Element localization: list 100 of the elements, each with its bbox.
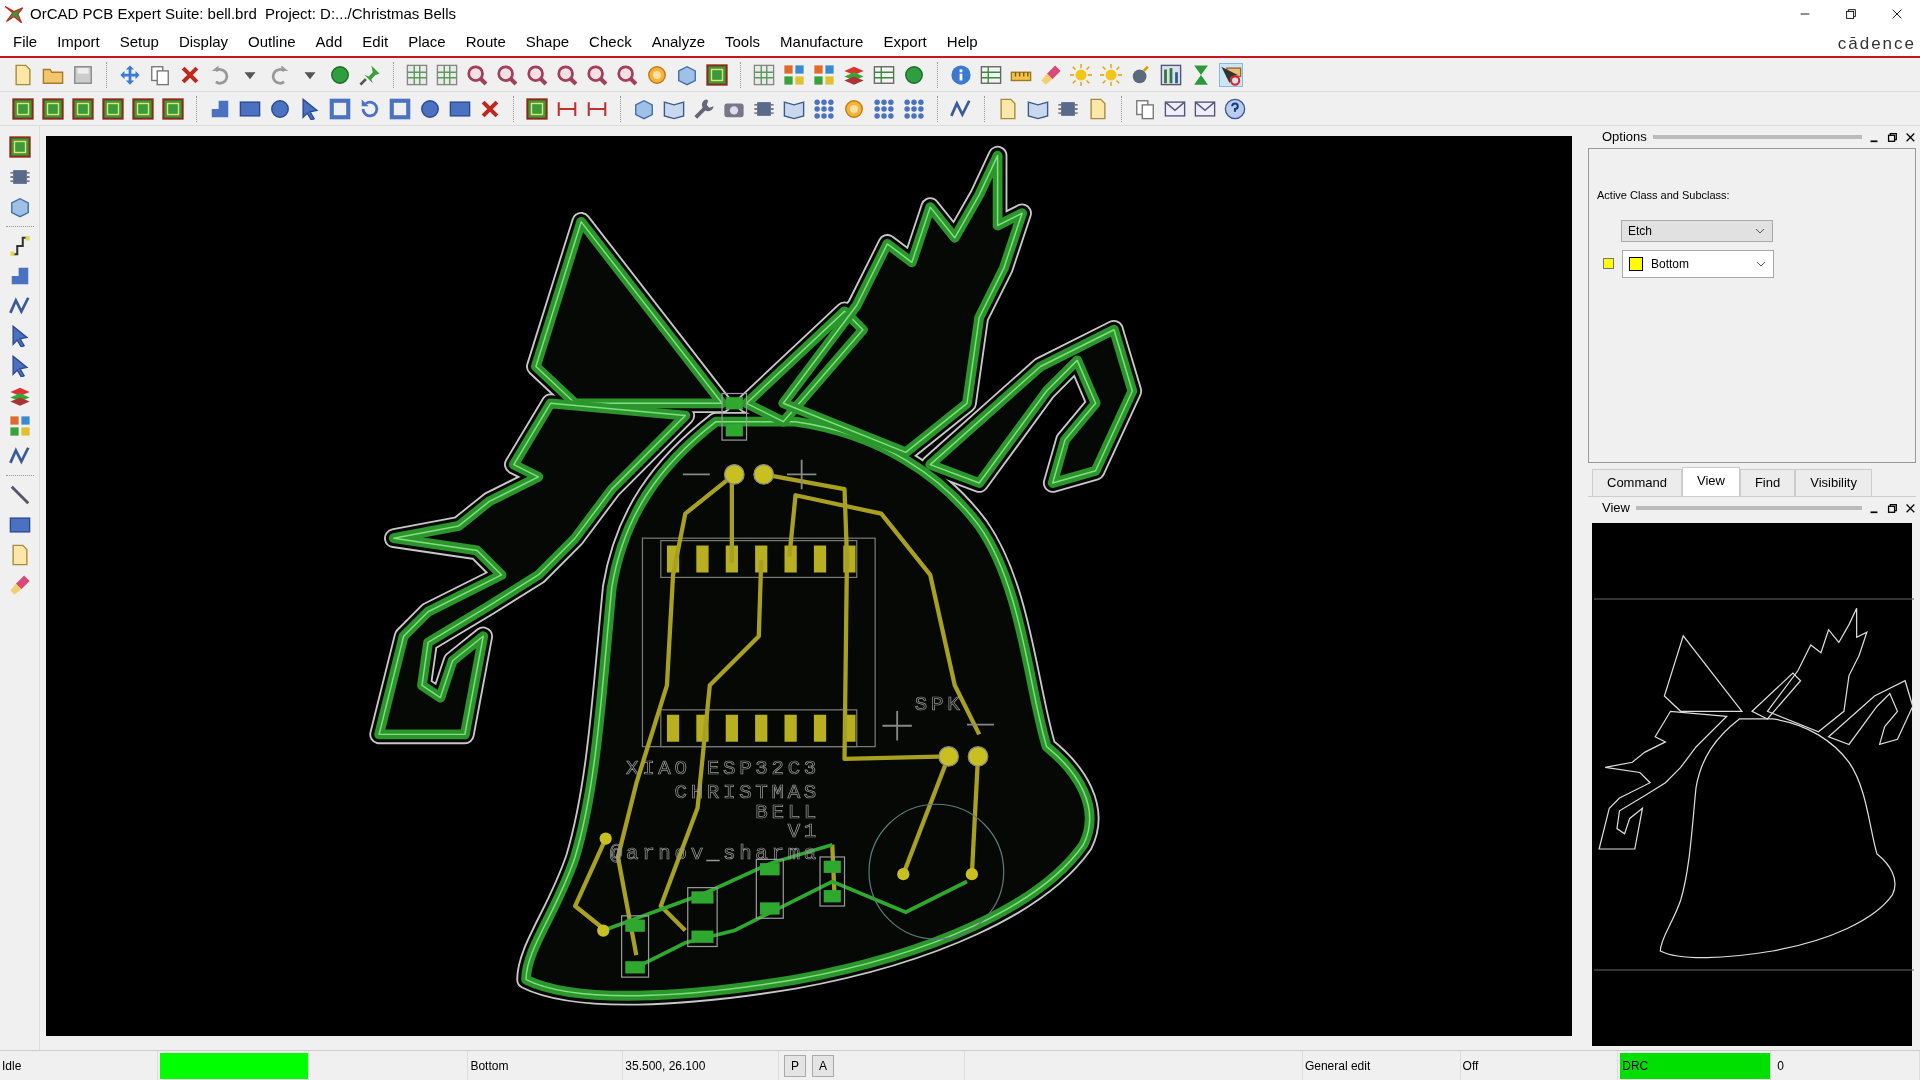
panel-tab[interactable]: Find — [1739, 469, 1796, 496]
app-logo-icon — [4, 4, 24, 24]
panel-title: View — [1602, 498, 1630, 517]
layer-text: Bottom — [470, 1057, 509, 1075]
grid-icon[interactable] — [436, 63, 458, 86]
grid-icon[interactable] — [406, 63, 428, 86]
board-icon[interactable] — [8, 136, 31, 158]
dot-grid-icon[interactable] — [903, 97, 925, 120]
menu-item[interactable]: Manufacture — [773, 30, 871, 54]
panel-tab[interactable]: Visibility — [1795, 469, 1872, 496]
board-icon[interactable] — [132, 97, 154, 120]
magnifier-icon[interactable] — [616, 63, 638, 86]
document-icon[interactable] — [997, 97, 1019, 120]
class-dropdown[interactable]: Etch — [1621, 219, 1773, 242]
color-swatch[interactable] — [1603, 258, 1614, 269]
silkscreen-text: SPK — [914, 692, 964, 716]
circle-icon[interactable] — [269, 97, 291, 120]
subclass-dropdown[interactable]: Bottom — [1622, 249, 1774, 278]
brand-logo-text: cādence — [1837, 33, 1917, 56]
move-icon[interactable] — [119, 63, 141, 86]
table-icon[interactable] — [873, 63, 895, 86]
menu-item[interactable]: Edit — [355, 30, 396, 54]
status-text: Idle — [2, 1057, 22, 1075]
status-button[interactable]: A — [812, 1054, 835, 1077]
help-icon[interactable] — [1224, 97, 1246, 120]
waveform-icon[interactable] — [950, 97, 972, 120]
close-icon[interactable] — [1904, 501, 1916, 514]
tiles-icon[interactable] — [8, 415, 31, 437]
dot-grid-icon[interactable] — [873, 97, 895, 120]
save-icon[interactable] — [72, 63, 94, 86]
board-icon[interactable] — [72, 97, 94, 120]
frame-icon[interactable] — [329, 97, 351, 120]
rotate-icon[interactable] — [359, 97, 381, 120]
wrench-icon[interactable] — [693, 97, 715, 120]
brush-icon[interactable] — [8, 574, 31, 596]
brush-icon[interactable] — [1040, 63, 1062, 86]
bars-icon[interactable] — [1160, 63, 1182, 86]
menu-item[interactable]: Place — [401, 30, 453, 54]
close-icon[interactable] — [1890, 7, 1904, 21]
tiles-icon[interactable] — [813, 63, 835, 86]
board-icon[interactable] — [526, 97, 548, 120]
status-button[interactable]: P — [784, 1054, 807, 1077]
document-icon[interactable] — [12, 63, 34, 86]
dropdown-value: Bottom — [1651, 255, 1689, 273]
document-icon[interactable] — [1087, 97, 1109, 120]
menu-item[interactable]: Tools — [718, 30, 768, 54]
frame-icon[interactable] — [389, 97, 411, 120]
menu-item[interactable]: Display — [171, 30, 236, 54]
panel-tab[interactable]: Command — [1592, 469, 1682, 496]
menu-item[interactable]: Add — [308, 30, 350, 54]
circle-icon[interactable] — [419, 97, 441, 120]
board-icon[interactable] — [706, 63, 728, 86]
panel-title: Options — [1602, 128, 1647, 147]
info-icon[interactable] — [950, 63, 972, 86]
panel-tab[interactable]: View — [1681, 467, 1740, 496]
arrow-icon[interactable] — [299, 97, 321, 120]
board-icon[interactable] — [162, 97, 184, 120]
waveform-icon[interactable] — [8, 295, 31, 317]
pointer-icon[interactable] — [1220, 63, 1242, 86]
ring-icon[interactable] — [646, 63, 668, 86]
bomb-icon[interactable] — [1130, 63, 1152, 86]
coordinates-text: 35.500, 26.100 — [625, 1057, 706, 1075]
window-title: OrCAD PCB Expert Suite: bell.brd Project: D:.../Christmas Bells — [30, 3, 456, 24]
route-icon[interactable] — [8, 235, 31, 257]
tiles-icon[interactable] — [783, 63, 805, 86]
restore-icon[interactable] — [1844, 7, 1858, 21]
dot-grid-icon[interactable] — [813, 97, 835, 120]
line-icon[interactable] — [8, 484, 31, 506]
rectangle-icon[interactable] — [8, 514, 31, 536]
menu-item[interactable]: Import — [50, 30, 107, 54]
magnifier-icon[interactable] — [556, 63, 578, 86]
magnifier-icon[interactable] — [526, 63, 548, 86]
board-icon[interactable] — [12, 97, 34, 120]
table-icon[interactable] — [980, 63, 1002, 86]
pin-icon[interactable] — [359, 63, 381, 86]
layers-icon[interactable] — [8, 385, 31, 407]
board-icon[interactable] — [42, 97, 64, 120]
waveform-icon[interactable] — [8, 445, 31, 467]
close-icon[interactable] — [1904, 131, 1916, 143]
menu-item[interactable]: Route — [458, 30, 513, 54]
menu-item[interactable]: Help — [939, 30, 985, 54]
menu-item[interactable]: File — [6, 30, 45, 54]
copy-icon[interactable] — [149, 63, 171, 86]
magnifier-icon[interactable] — [466, 63, 488, 86]
menu-item[interactable]: Check — [582, 30, 639, 54]
board-icon[interactable] — [102, 97, 124, 120]
drc-indicator: DRC — [1620, 1052, 1771, 1079]
drc-count-text: 0 — [1777, 1057, 1784, 1075]
menu-item[interactable]: Shape — [518, 30, 577, 54]
menu-item[interactable]: Outline — [241, 30, 303, 54]
magnifier-icon[interactable] — [586, 63, 608, 86]
menu-item[interactable]: Setup — [112, 30, 166, 54]
copy-icon[interactable] — [1134, 97, 1156, 120]
grid-icon[interactable] — [753, 63, 775, 86]
ring-icon[interactable] — [843, 97, 865, 120]
magnifier-icon[interactable] — [496, 63, 518, 86]
menu-item[interactable]: Export — [876, 30, 934, 54]
restore-icon[interactable] — [1886, 501, 1898, 514]
restore-icon[interactable] — [1886, 131, 1898, 143]
menu-item[interactable]: Analyze — [644, 30, 712, 54]
